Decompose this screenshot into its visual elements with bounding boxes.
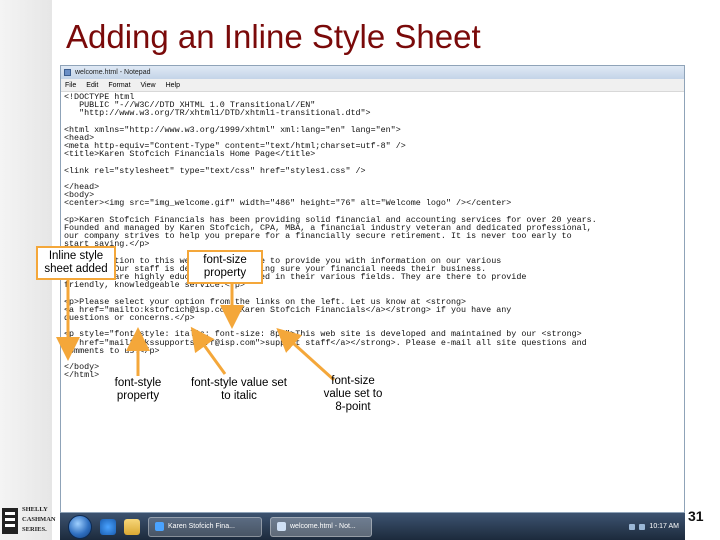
text-editor-area[interactable]: <!DOCTYPE html PUBLIC "-//W3C//DTD XHTML… bbox=[61, 91, 684, 512]
callout-inline-style: Inline style sheet added bbox=[36, 246, 116, 280]
menu-edit[interactable]: Edit bbox=[86, 82, 98, 89]
browser-icon[interactable] bbox=[100, 518, 116, 535]
taskbar-task-notepad[interactable]: welcome.html - Not... bbox=[270, 516, 372, 537]
code-line: our company strives to help you prepare … bbox=[64, 231, 572, 242]
menu-help[interactable]: Help bbox=[166, 82, 180, 89]
taskbar: Karen Stofcich Fina... welcome.html - No… bbox=[60, 513, 685, 540]
code-line: <html xmlns="http://www.w3.org/1999/xhtm… bbox=[64, 124, 401, 135]
start-button[interactable] bbox=[68, 514, 92, 539]
taskbar-task-label: welcome.html - Not... bbox=[290, 523, 356, 530]
label-font-style-property: font-style property bbox=[114, 377, 162, 402]
system-tray: 10:17 AM bbox=[629, 513, 679, 540]
notepad-window: welcome.html - Notepad File Edit Format … bbox=[60, 65, 685, 513]
book-icon bbox=[2, 508, 18, 534]
callout-font-size-property: font-size property bbox=[187, 250, 263, 284]
slide-title: Adding an Inline Style Sheet bbox=[66, 18, 481, 55]
tray-icon[interactable] bbox=[639, 523, 646, 530]
taskbar-task-browser[interactable]: Karen Stofcich Fina... bbox=[148, 516, 262, 537]
code-line: questions or concerns.</p> bbox=[64, 313, 195, 324]
browser-task-icon bbox=[155, 522, 164, 531]
page-number: 31 bbox=[688, 508, 704, 524]
logo-text: SHELLY bbox=[22, 506, 48, 513]
code-line: <center><img src="img_welcome.gif" width… bbox=[64, 198, 512, 209]
window-title: welcome.html - Notepad bbox=[75, 69, 151, 76]
label-font-size-value: font-size value set to 8-point bbox=[323, 375, 383, 413]
code-line: </head> bbox=[64, 182, 100, 193]
menu-file[interactable]: File bbox=[65, 82, 76, 89]
window-titlebar[interactable]: welcome.html - Notepad bbox=[61, 66, 684, 79]
code-line: <link rel="stylesheet" type="text/css" h… bbox=[64, 165, 366, 176]
clock[interactable]: 10:17 AM bbox=[649, 523, 679, 530]
code-line: friendly, knowledgeable service.</p> bbox=[64, 280, 245, 291]
code-line: <title>Karen Stofcich Financials Home Pa… bbox=[64, 149, 316, 160]
menu-format[interactable]: Format bbox=[108, 82, 130, 89]
folder-icon[interactable] bbox=[124, 518, 140, 535]
code-line: </body> bbox=[64, 362, 100, 373]
notepad-icon bbox=[64, 69, 71, 76]
publisher-logo: SHELLY CASHMAN SERIES. bbox=[2, 494, 56, 538]
logo-text: SERIES. bbox=[22, 526, 47, 533]
menu-view[interactable]: View bbox=[141, 82, 156, 89]
logo-text: CASHMAN bbox=[22, 516, 56, 523]
code-line: start saving.</p> bbox=[64, 239, 150, 250]
notepad-task-icon bbox=[277, 522, 286, 531]
taskbar-task-label: Karen Stofcich Fina... bbox=[168, 523, 235, 530]
label-font-style-value: font-style value set to italic bbox=[191, 377, 287, 402]
code-line: "http://www.w3.org/TR/xhtml1/DTD/xhtml1-… bbox=[64, 108, 371, 119]
code-line: comments to us.</p> bbox=[64, 345, 160, 356]
tray-icon[interactable] bbox=[629, 523, 636, 530]
